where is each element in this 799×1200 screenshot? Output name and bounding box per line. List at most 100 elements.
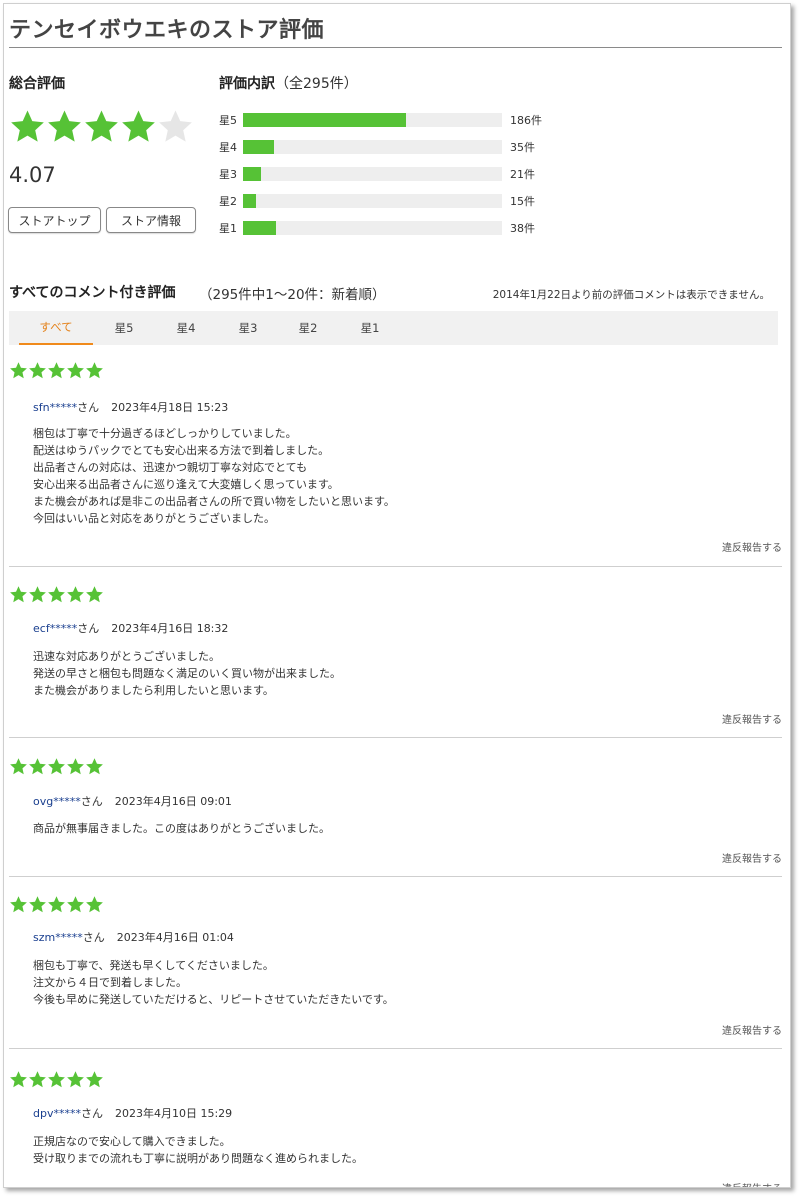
- reviewer-honorific: さん: [77, 401, 100, 414]
- review-divider: [9, 737, 782, 738]
- tab-star4[interactable]: 星4: [157, 311, 215, 345]
- review-comment-line: 配送はゆうパックでとても安心出来る方法で到着しました。: [33, 444, 330, 457]
- reviewer-name: sfn*****: [33, 401, 78, 414]
- star-filled-icon: [86, 362, 103, 379]
- rating-bar-fill: [243, 140, 274, 154]
- review-date: 2023年4月16日 18:32: [111, 622, 229, 635]
- rating-bar-track: [243, 194, 502, 208]
- tab-star3[interactable]: 星3: [219, 311, 277, 345]
- tab-all[interactable]: すべて: [19, 311, 93, 345]
- review-divider: [9, 876, 782, 877]
- review-comment-line: 迅速な対応ありがとうございました。: [33, 650, 220, 663]
- overall-score: 4.07: [9, 163, 56, 187]
- star-filled-icon: [10, 758, 27, 775]
- report-violation-link[interactable]: 違反報告する: [722, 1022, 782, 1037]
- review-comment: 梱包は丁寧で十分過ぎるほどしっかりしていました。 配送はゆうパックでとても安心出来…: [33, 425, 395, 527]
- star-empty-icon: [159, 110, 192, 142]
- rating-bar-track: [243, 140, 502, 154]
- rating-bar-label: 星2: [219, 195, 237, 208]
- rating-bar-track: [243, 113, 502, 127]
- rating-bar-fill: [243, 194, 256, 208]
- star-filled-icon: [10, 586, 27, 603]
- star-filled-icon: [122, 110, 155, 142]
- review-meta: dpv*****さん 2023年4月10日 15:29: [33, 1105, 232, 1121]
- star-filled-icon: [86, 896, 103, 913]
- star-filled-icon: [85, 110, 118, 142]
- review-meta: szm*****さん 2023年4月16日 01:04: [33, 929, 234, 945]
- star-filled-icon: [67, 758, 84, 775]
- reviewer-honorific: さん: [77, 622, 100, 635]
- rating-bar-row[interactable]: 星4 35件: [219, 139, 535, 155]
- reviewer-name: ovg*****: [33, 795, 81, 808]
- rating-bar-count: 15件: [510, 195, 535, 208]
- review-divider: [9, 1048, 782, 1049]
- comment-reviews-range: （295件中1～20件：新着順）: [199, 287, 386, 303]
- star-filled-icon: [48, 1071, 65, 1088]
- review-date: 2023年4月16日 01:04: [116, 931, 234, 944]
- rating-bar-count: 38件: [510, 222, 535, 235]
- star-filled-icon: [48, 586, 65, 603]
- review-date: 2023年4月18日 15:23: [111, 401, 229, 414]
- review-comment-line: 梱包も丁寧で、発送も早くしてくださいました。: [33, 959, 274, 972]
- rating-bar-fill: [243, 221, 276, 235]
- store-top-button[interactable]: ストアトップ: [8, 207, 101, 233]
- star-filled-icon: [29, 362, 46, 379]
- star-filled-icon: [67, 1071, 84, 1088]
- rating-bar-row[interactable]: 星2 15件: [219, 193, 535, 209]
- rating-bar-count: 35件: [510, 141, 535, 154]
- rating-bar-label: 星5: [219, 114, 237, 127]
- star-filled-icon: [48, 896, 65, 913]
- star-filled-icon: [29, 896, 46, 913]
- review-comment: 迅速な対応ありがとうございました。発送の早さと梱包も問題なく満足のいく買い物が出…: [33, 648, 341, 699]
- reviewer-honorific: さん: [82, 931, 105, 944]
- report-violation-link[interactable]: 違反報告する: [722, 1180, 782, 1187]
- review-comment-line: 出品者さんの対応は、迅速かつ親切丁寧な対応でとても: [33, 461, 308, 474]
- star-filled-icon: [48, 110, 81, 142]
- report-violation-link[interactable]: 違反報告する: [722, 711, 782, 726]
- star-filled-icon: [48, 362, 65, 379]
- rating-bar-fill: [243, 113, 406, 127]
- review-comment: 梱包も丁寧で、発送も早くしてくださいました。 注文から４日で到着しました。今後も早…: [33, 957, 394, 1008]
- reviewer-honorific: さん: [80, 795, 103, 808]
- rating-bar-label: 星3: [219, 168, 237, 181]
- review-comment-line: 受け取りまでの流れも丁寧に説明があり問題なく進められました。: [33, 1152, 363, 1165]
- star-filled-icon: [10, 362, 27, 379]
- star-filled-icon: [86, 586, 103, 603]
- review-star-rating: [9, 361, 104, 380]
- tab-star5[interactable]: 星5: [95, 311, 153, 345]
- rating-bar-row[interactable]: 星3 21件: [219, 166, 535, 182]
- tab-star2[interactable]: 星2: [279, 311, 337, 345]
- review-comment-line: 安心出来る出品者さんに巡り逢えて大変嬉しく思っています。: [33, 478, 339, 491]
- review-comment-line: 商品が無事届きました。この度はありがとうございました。: [33, 822, 330, 835]
- review-comment-line: また機会がありましたら利用したいと思います。: [33, 684, 274, 697]
- rating-bar-count: 21件: [510, 168, 535, 181]
- star-filled-icon: [48, 758, 65, 775]
- tab-star1[interactable]: 星1: [341, 311, 399, 345]
- star-filled-icon: [86, 1071, 103, 1088]
- review-meta: sfn*****さん 2023年4月18日 15:23: [33, 399, 228, 415]
- review-star-rating: [9, 895, 104, 914]
- review-comment-line: 注文から４日で到着しました。: [33, 976, 187, 989]
- review-divider: [9, 566, 782, 567]
- review-date: 2023年4月10日 15:29: [114, 1107, 233, 1120]
- star-filled-icon: [67, 362, 84, 379]
- reviewer-name: szm*****: [33, 931, 83, 944]
- review-comment-line: 正規店なので安心して購入できました。: [33, 1135, 231, 1148]
- rating-bar-row[interactable]: 星1 38件: [219, 220, 535, 236]
- rating-bar-label: 星1: [219, 222, 237, 235]
- review-comment: 商品が無事届きました。この度はありがとうございました。: [33, 820, 330, 837]
- star-filled-icon: [10, 1071, 27, 1088]
- rating-bar-row[interactable]: 星5 186件: [219, 112, 542, 128]
- review-comment-line: 発送の早さと梱包も問題なく満足のいく買い物が出来ました。: [33, 667, 341, 680]
- overall-star-rating: [9, 108, 194, 152]
- star-filled-icon: [10, 896, 27, 913]
- review-comment: 正規店なので安心して購入できました。受け取りまでの流れも丁寧に説明があり問題なく…: [33, 1133, 363, 1167]
- review-comment-line: 今後も早めに発送していただけると、リピートさせていただきたいです。: [33, 993, 394, 1006]
- rating-breakdown-heading: 評価内訳（全295件）: [219, 73, 358, 93]
- store-review-page: テンセイボウエキのストア評価 総合評価 4.07 ストアトップ ストア情報 評価…: [3, 3, 791, 1188]
- review-meta: ovg*****さん 2023年4月16日 09:01: [33, 793, 232, 809]
- report-violation-link[interactable]: 違反報告する: [722, 850, 782, 865]
- report-violation-link[interactable]: 違反報告する: [722, 539, 782, 554]
- store-info-button[interactable]: ストア情報: [106, 207, 196, 233]
- review-date: 2023年4月16日 09:01: [114, 795, 232, 808]
